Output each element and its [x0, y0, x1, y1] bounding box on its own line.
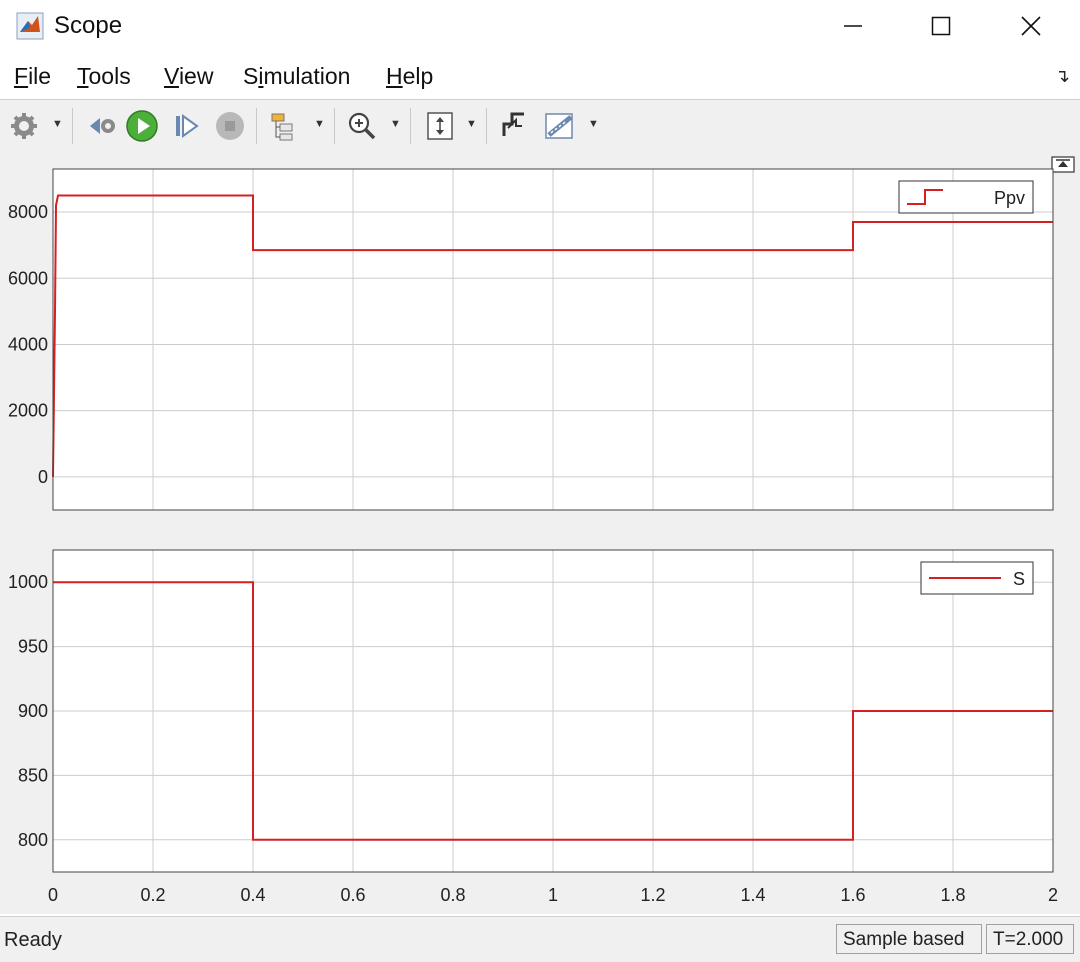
chevron-down-icon[interactable]: ▼ — [52, 118, 63, 130]
x-tick-label: 1.8 — [940, 885, 965, 905]
minimize-icon — [844, 25, 862, 27]
y-tick-label: 950 — [18, 637, 48, 657]
x-tick-label: 0.6 — [340, 885, 365, 905]
toolbar-separator — [334, 108, 335, 144]
menu-file[interactable]: File — [14, 63, 51, 90]
step-back-icon — [90, 118, 115, 134]
legend[interactable]: S — [920, 561, 1034, 595]
menu-view[interactable]: View — [164, 63, 213, 90]
measurements-icon — [545, 113, 573, 139]
scope-plot-area: 0 2000 4000 6000 8000 Ppv 800 850 900 950 1000 0 0.… — [0, 152, 1080, 914]
maximize-icon — [931, 16, 951, 36]
window-title: Scope — [54, 12, 123, 39]
y-tick-label: 1000 — [8, 572, 48, 592]
axes-ppv[interactable]: 0 2000 4000 6000 8000 Ppv — [8, 168, 1054, 511]
triggers-button[interactable] — [494, 106, 534, 146]
legend-label: S — [1013, 569, 1025, 589]
axes-s[interactable]: 800 850 900 950 1000 0 0.2 0.4 0.6 0.8 1 1.2 1.4 1.6 1… — [8, 549, 1058, 905]
triggers-icon — [502, 112, 524, 136]
x-tick-label: 0.4 — [240, 885, 265, 905]
close-button[interactable] — [986, 0, 1076, 52]
stop-icon — [216, 112, 244, 140]
x-tick-label: 1.2 — [640, 885, 665, 905]
step-forward-icon — [176, 114, 199, 138]
simulation-time: T=2.000 — [986, 924, 1074, 954]
legend[interactable]: Ppv — [898, 180, 1034, 214]
toolbar: ▼ ▼ ▼ ▼ ▼ — [0, 99, 1080, 153]
menu-bar: File Tools View Simulation Help — [0, 56, 1080, 98]
y-tick-label: 850 — [18, 765, 48, 785]
run-button[interactable] — [122, 106, 162, 146]
scope-plots[interactable]: 0 2000 4000 6000 8000 Ppv 800 850 900 950 1000 0 0.… — [0, 152, 1080, 914]
x-tick-label: 1.4 — [740, 885, 765, 905]
y-tick-label: 900 — [18, 701, 48, 721]
configuration-button[interactable] — [4, 106, 44, 146]
zoom-in-icon — [348, 112, 376, 140]
y-tick-label: 800 — [18, 830, 48, 850]
chevron-down-icon[interactable]: ▼ — [314, 118, 325, 130]
legend-label: Ppv — [994, 188, 1025, 208]
zoom-button[interactable] — [342, 106, 382, 146]
menu-tools[interactable]: Tools — [77, 63, 131, 90]
chevron-down-icon[interactable]: ▼ — [588, 118, 599, 130]
signal-hierarchy-button[interactable] — [264, 106, 304, 146]
x-tick-label: 2 — [1048, 885, 1058, 905]
y-tick-label: 4000 — [8, 334, 48, 354]
gear-icon — [11, 113, 37, 139]
x-tick-label: 0.8 — [440, 885, 465, 905]
x-tick-label: 1 — [548, 885, 558, 905]
step-forward-button[interactable] — [166, 106, 206, 146]
toolbar-separator — [72, 108, 73, 144]
run-icon — [126, 110, 158, 142]
toolbar-separator — [410, 108, 411, 144]
signal-hierarchy-icon — [271, 113, 293, 141]
y-tick-label: 2000 — [8, 401, 48, 421]
toolbar-separator — [256, 108, 257, 144]
stop-button[interactable] — [210, 106, 250, 146]
maximize-button[interactable] — [896, 0, 986, 52]
matlab-logo-icon — [16, 12, 44, 40]
autoscale-icon — [427, 112, 453, 140]
undock-icon[interactable] — [1051, 156, 1075, 173]
chevron-down-icon[interactable]: ▼ — [466, 118, 477, 130]
status-text: Ready — [4, 929, 62, 951]
x-tick-label: 0.2 — [140, 885, 165, 905]
step-back-button[interactable] — [82, 106, 122, 146]
toolbar-separator — [486, 108, 487, 144]
x-tick-label: 1.6 — [840, 885, 865, 905]
y-tick-label: 0 — [38, 467, 48, 487]
y-tick-label: 6000 — [8, 268, 48, 288]
title-bar: Scope — [0, 0, 1080, 52]
x-tick-label: 0 — [48, 885, 58, 905]
measurements-button[interactable] — [540, 106, 580, 146]
status-bar: Ready Sample based T=2.000 — [0, 916, 1080, 962]
dock-arrow-icon[interactable]: ↴ — [1055, 66, 1070, 87]
sample-mode-indicator: Sample based — [836, 924, 982, 954]
y-tick-label: 8000 — [8, 202, 48, 222]
chevron-down-icon[interactable]: ▼ — [390, 118, 401, 130]
minimize-button[interactable] — [808, 0, 898, 52]
close-icon — [1021, 16, 1041, 36]
autoscale-button[interactable] — [420, 106, 460, 146]
menu-help[interactable]: Help — [386, 63, 433, 90]
menu-simulation[interactable]: Simulation — [243, 63, 350, 90]
